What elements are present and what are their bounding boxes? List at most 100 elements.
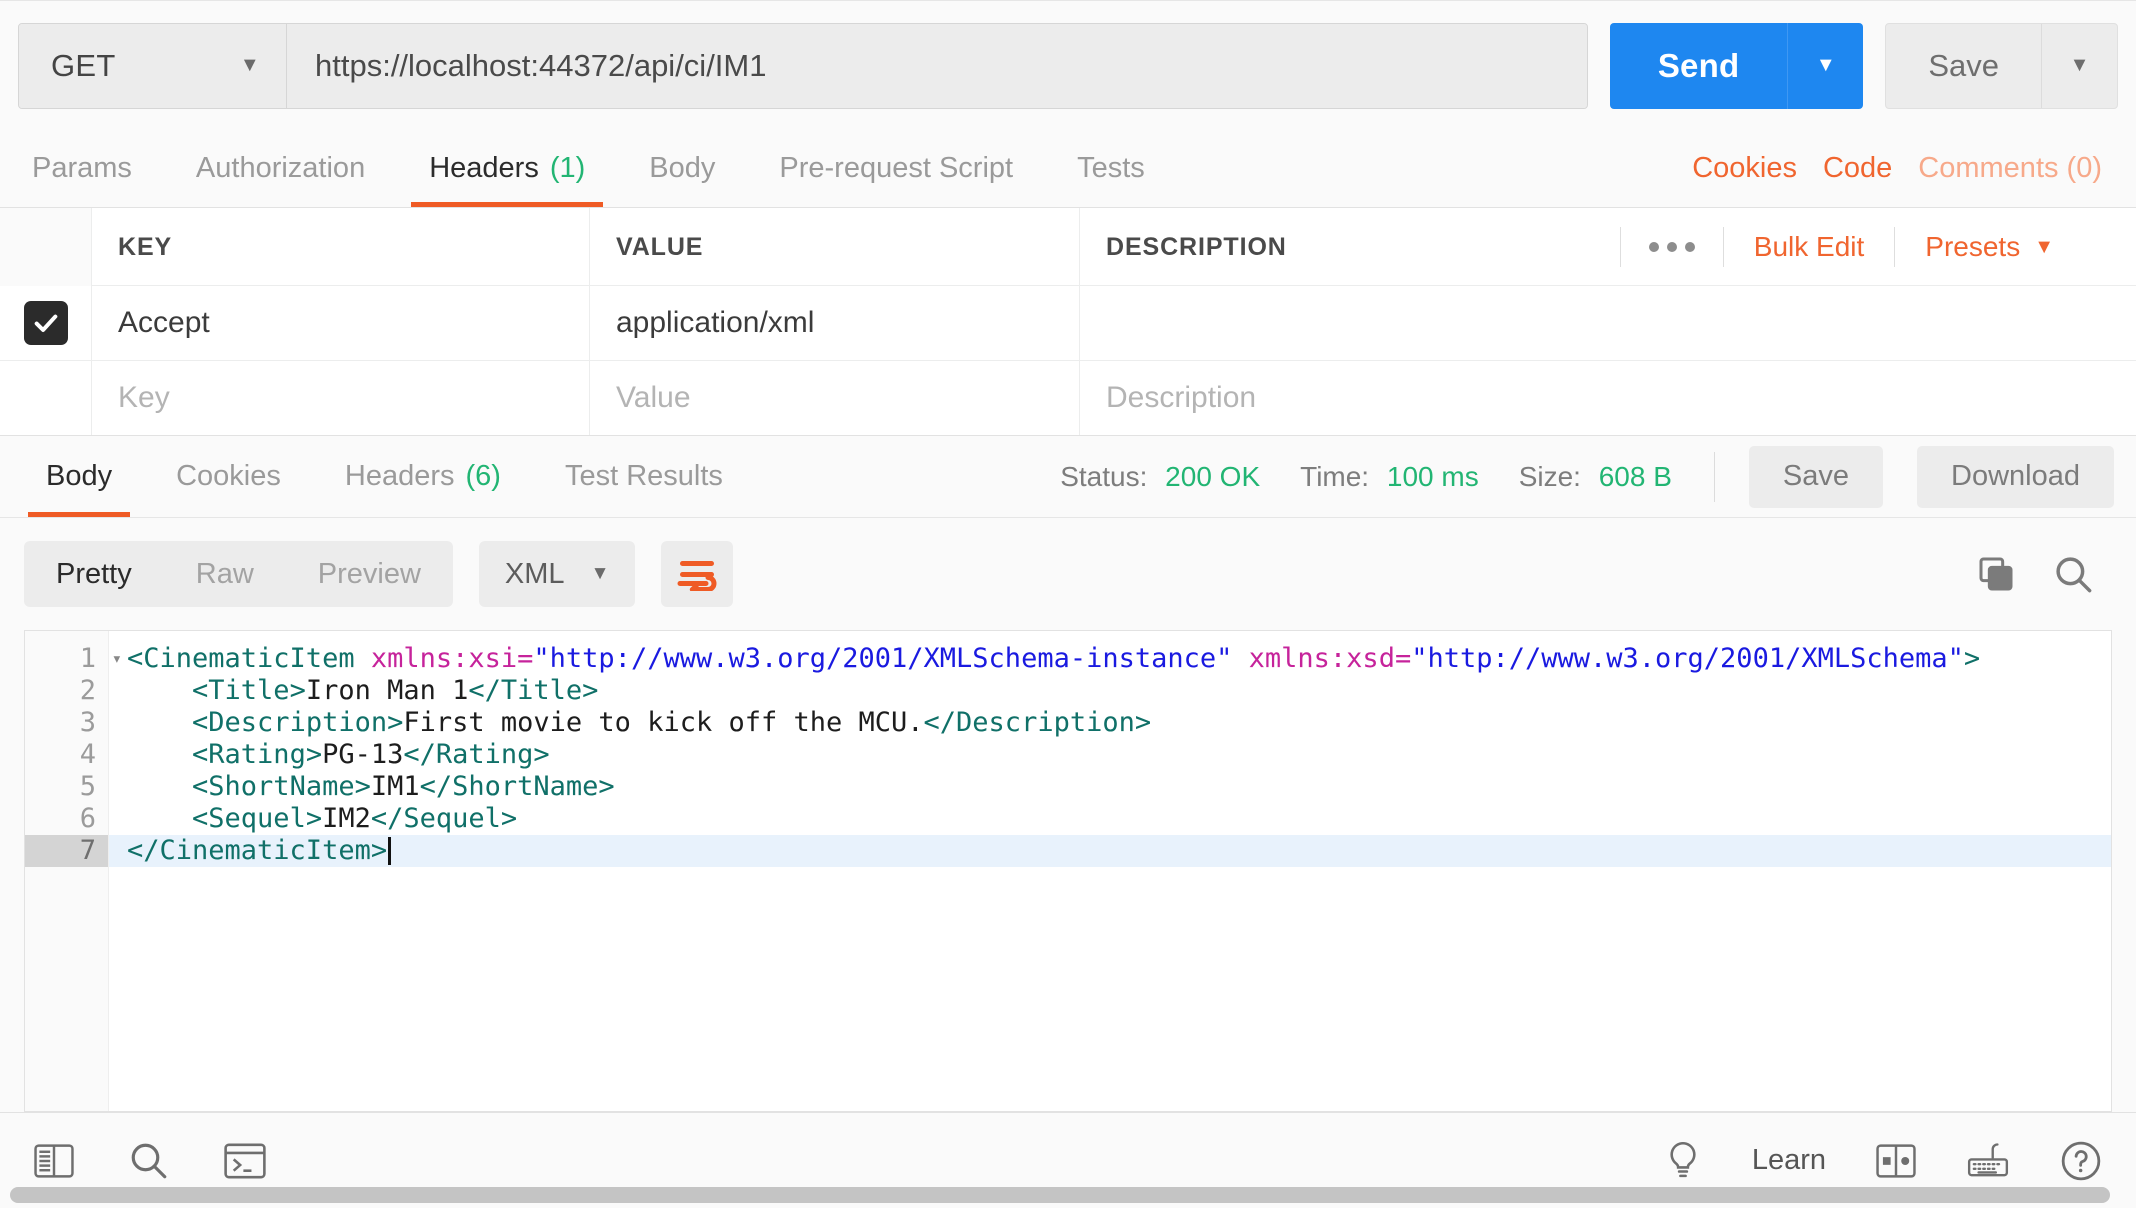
- view-mode-preview[interactable]: Preview: [286, 541, 453, 607]
- response-tab-cookies[interactable]: Cookies: [144, 436, 313, 517]
- status-value: 200 OK: [1165, 460, 1261, 492]
- header-value-input[interactable]: application/xml: [590, 286, 1080, 360]
- save-button-group: Save ▼: [1885, 22, 2118, 109]
- save-options-chevron-down-icon[interactable]: ▼: [2041, 23, 2117, 108]
- status-badge: Status: 200 OK: [1060, 461, 1260, 493]
- view-mode-raw[interactable]: Raw: [164, 541, 286, 607]
- code-link[interactable]: Code: [1823, 152, 1892, 185]
- header-description-input[interactable]: [1080, 286, 2136, 360]
- response-tabs-list: Body Cookies Headers (6) Test Results: [0, 436, 755, 517]
- code-token: PG-13: [322, 739, 404, 770]
- tab-count-badge: (1): [549, 152, 586, 184]
- two-pane-layout-icon[interactable]: [1876, 1143, 1916, 1179]
- send-button[interactable]: Send: [1609, 22, 1788, 109]
- tab-params[interactable]: Params: [0, 130, 164, 207]
- save-response-button[interactable]: Save: [1748, 445, 1884, 508]
- fold-arrow-icon[interactable]: ▾: [112, 643, 122, 675]
- response-tab-test-results[interactable]: Test Results: [533, 436, 755, 517]
- new-header-value-input[interactable]: Value: [590, 361, 1080, 435]
- tab-pre-request-script[interactable]: Pre-request Script: [747, 130, 1045, 207]
- tab-label: Body: [46, 460, 113, 492]
- view-mode-segmented-control: Pretty Raw Preview: [24, 541, 453, 607]
- code-token: <ShortName>: [192, 771, 371, 802]
- send-options-chevron-down-icon[interactable]: ▼: [1787, 22, 1864, 109]
- size-badge: Size: 608 B: [1519, 461, 1672, 493]
- lightbulb-icon[interactable]: [1664, 1140, 1702, 1182]
- postman-window: GET ▼ https://localhost:44372/api/ci/IM1…: [0, 0, 2136, 1208]
- placeholder-key: Key: [118, 381, 170, 414]
- headers-table: KEY VALUE DESCRIPTION Bulk Edit Presets: [0, 208, 2136, 436]
- help-icon[interactable]: [2060, 1140, 2102, 1182]
- time-value: 100 ms: [1386, 460, 1479, 492]
- code-line: <Rating>PG-13</Rating>: [109, 739, 2111, 771]
- chevron-down-icon: ▼: [239, 54, 260, 76]
- header-key-input[interactable]: Accept: [92, 286, 590, 360]
- request-tabs-list: Params Authorization Headers (1) Body Pr…: [0, 130, 1177, 207]
- view-actions-group: [1976, 553, 2112, 595]
- table-row-empty: Key Value Description: [0, 361, 2136, 435]
- sidebar-toggle-icon[interactable]: [34, 1143, 74, 1179]
- divider: [1713, 451, 1715, 502]
- code-token: </CinematicItem>: [127, 835, 388, 866]
- tab-headers[interactable]: Headers (1): [397, 130, 617, 207]
- code-token: <Title>: [192, 675, 306, 706]
- presets-label: Presets: [1925, 231, 2021, 262]
- response-meta: Status: 200 OK Time: 100 ms Size: 608 B …: [1020, 436, 2114, 517]
- response-tab-headers[interactable]: Headers (6): [313, 436, 533, 517]
- code-content[interactable]: <CinematicItem xmlns:xsi="http://www.w3.…: [109, 631, 2111, 1111]
- search-icon[interactable]: [2052, 553, 2094, 595]
- console-icon[interactable]: [224, 1143, 266, 1179]
- comments-link[interactable]: Comments (0): [1918, 152, 2102, 185]
- time-label: Time:: [1300, 460, 1370, 492]
- row-checkbox-cell-empty[interactable]: [0, 361, 92, 435]
- tab-count-badge: (6): [465, 460, 501, 492]
- checkbox-checked-icon[interactable]: [23, 301, 68, 345]
- code-token: Iron Man 1: [305, 675, 469, 706]
- response-bar: Body Cookies Headers (6) Test Results St…: [0, 436, 2136, 518]
- keyboard-shortcuts-icon[interactable]: [1966, 1141, 2010, 1181]
- save-request-button[interactable]: Save: [1886, 24, 2041, 108]
- copy-icon[interactable]: [1976, 554, 2016, 594]
- response-body-viewer[interactable]: 1 ▾ 2 3 4 5 6 7 <CinematicItem xmlns:xsi=…: [24, 630, 2112, 1112]
- view-mode-pretty[interactable]: Pretty: [24, 541, 164, 607]
- more-options-icon[interactable]: [1621, 242, 1723, 252]
- code-token: </ShortName>: [419, 771, 615, 802]
- cookies-link[interactable]: Cookies: [1692, 152, 1797, 185]
- search-icon[interactable]: [128, 1140, 170, 1182]
- line-number: 1 ▾: [79, 643, 122, 674]
- line-number-active: 7: [25, 835, 108, 867]
- line-number-gutter: 1 ▾ 2 3 4 5 6 7: [25, 631, 122, 1111]
- code-line: <Title>Iron Man 1</Title>: [109, 675, 2111, 707]
- tab-authorization[interactable]: Authorization: [164, 130, 397, 207]
- column-header-value: VALUE: [590, 208, 1080, 286]
- response-format-select[interactable]: XML ▼: [478, 541, 636, 607]
- status-label: Status:: [1060, 460, 1148, 492]
- row-checkbox-cell[interactable]: [0, 286, 92, 360]
- size-value: 608 B: [1598, 460, 1672, 492]
- text-cursor: [388, 837, 392, 865]
- tab-label: Tests: [1077, 152, 1145, 184]
- tab-label: Pre-request Script: [779, 152, 1014, 184]
- tab-tests[interactable]: Tests: [1045, 130, 1177, 207]
- response-tab-body[interactable]: Body: [14, 436, 144, 517]
- code-token: "http://www.w3.org/2001/XMLSchema-instan…: [533, 643, 1233, 674]
- tab-body[interactable]: Body: [617, 130, 747, 207]
- http-method-select[interactable]: GET ▼: [19, 23, 287, 108]
- code-token: </Rating>: [403, 739, 550, 770]
- horizontal-scrollbar[interactable]: [10, 1187, 2110, 1203]
- code-token: xmlns:xsi=: [370, 643, 534, 674]
- download-response-button[interactable]: Download: [1917, 445, 2114, 508]
- status-bar-left: [34, 1140, 266, 1182]
- new-header-key-input[interactable]: Key: [92, 361, 590, 435]
- code-token: First movie to kick off the MCU.: [403, 707, 924, 738]
- word-wrap-toggle[interactable]: [661, 541, 734, 607]
- size-label: Size:: [1518, 460, 1581, 492]
- bulk-edit-button[interactable]: Bulk Edit: [1724, 231, 1895, 263]
- code-token: <Rating>: [192, 739, 323, 770]
- word-wrap-icon: [676, 557, 718, 591]
- presets-button[interactable]: Presets ▼: [1895, 231, 2084, 263]
- response-view-toolbar: Pretty Raw Preview XML ▼: [0, 518, 2136, 630]
- learn-link[interactable]: Learn: [1752, 1144, 1826, 1177]
- new-header-description-input[interactable]: Description: [1080, 361, 2136, 435]
- url-input[interactable]: https://localhost:44372/api/ci/IM1: [287, 23, 1587, 108]
